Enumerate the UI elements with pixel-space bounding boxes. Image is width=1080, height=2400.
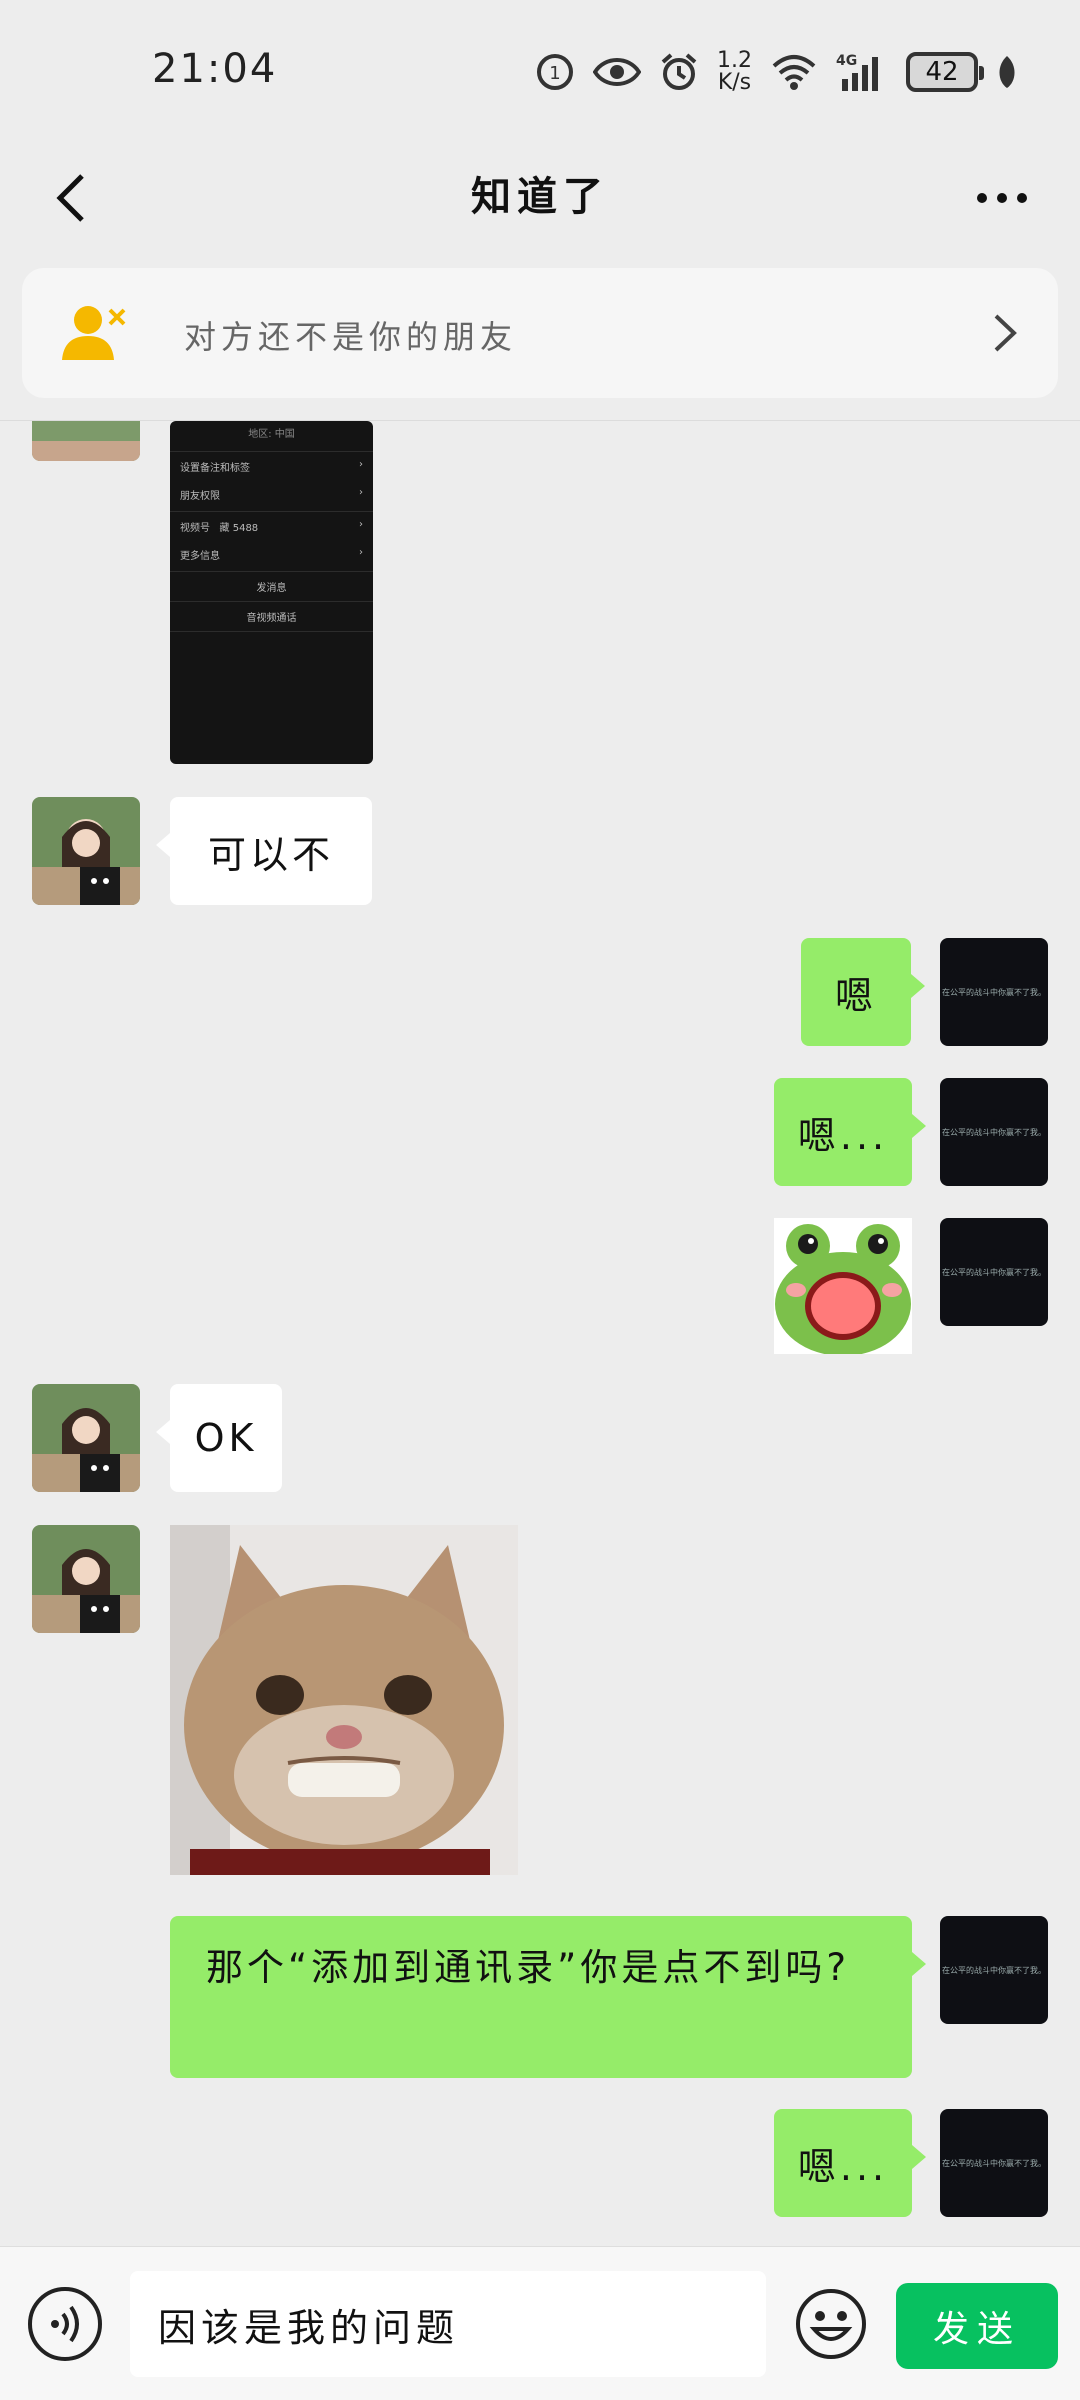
- wifi-icon: [770, 52, 818, 92]
- ss-row-channels: 视频号 藏 5488 ›: [180, 519, 363, 534]
- message-bubble[interactable]: OK: [156, 1384, 282, 1492]
- avatar-caption: 在公平的战斗中你赢不了我。: [942, 987, 1046, 997]
- contact-avatar[interactable]: [32, 797, 140, 905]
- message-text: 可以不: [207, 832, 334, 877]
- alarm-icon: [659, 52, 699, 92]
- speed-value: 1.2: [717, 48, 752, 73]
- svg-text:1: 1: [549, 63, 560, 84]
- ss-send-message: 发消息: [256, 583, 287, 594]
- hd-call-icon: 1: [535, 52, 575, 92]
- status-time: 21:04: [152, 46, 278, 92]
- chevron-right-icon: [994, 314, 1017, 352]
- avatar-caption: 在公平的战斗中你赢不了我。: [942, 1127, 1046, 1137]
- status-icons: 1 1.2 K/s 4G 42: [535, 44, 1018, 100]
- more-button[interactable]: [964, 160, 1040, 236]
- leaf-icon: [996, 54, 1018, 90]
- contact-avatar[interactable]: [32, 1384, 140, 1492]
- send-button[interactable]: 发送: [896, 2283, 1058, 2369]
- avatar-caption: 在公平的战斗中你赢不了我。: [942, 1965, 1046, 1975]
- my-avatar[interactable]: 在公平的战斗中你赢不了我。: [940, 1218, 1048, 1326]
- frog-sticker[interactable]: [774, 1218, 912, 1356]
- message-text: OK: [194, 1416, 258, 1460]
- contact-avatar[interactable]: [32, 421, 140, 461]
- my-avatar[interactable]: 在公平的战斗中你赢不了我。: [940, 938, 1048, 1046]
- avatar-caption: 在公平的战斗中你赢不了我。: [942, 2158, 1046, 2168]
- message-list[interactable]: 地区: 中国 设置备注和标签 › 朋友权限 › 视频号 藏 5488 › 更多信息 › …: [0, 421, 1080, 2246]
- notice-text: 对方还不是你的朋友: [184, 318, 518, 356]
- screenshot-image[interactable]: 地区: 中国 设置备注和标签 › 朋友权限 › 视频号 藏 5488 › 更多信息 › …: [170, 421, 373, 764]
- ss-video-call: 音视频通话: [246, 613, 297, 624]
- message-bubble[interactable]: 可以不: [156, 797, 372, 905]
- emoji-button[interactable]: [794, 2287, 868, 2361]
- message-bubble[interactable]: 嗯: [801, 938, 925, 1046]
- contact-avatar[interactable]: [32, 1525, 140, 1633]
- ss-row-more-info: 更多信息 ›: [180, 547, 363, 562]
- voice-icon: [51, 2305, 79, 2343]
- eye-icon: [593, 54, 641, 90]
- voice-button[interactable]: [28, 2287, 102, 2361]
- message-bubble[interactable]: 嗯...: [774, 2109, 926, 2217]
- ss-row-permission: 朋友权限 ›: [180, 487, 363, 502]
- my-avatar[interactable]: 在公平的战斗中你赢不了我。: [940, 2109, 1048, 2217]
- ss-row-remark: 设置备注和标签 ›: [180, 459, 363, 474]
- avatar-caption: 在公平的战斗中你赢不了我。: [942, 1267, 1046, 1277]
- not-friend-notice[interactable]: 对方还不是你的朋友: [22, 268, 1058, 398]
- my-avatar[interactable]: 在公平的战斗中你赢不了我。: [940, 1916, 1048, 2024]
- message-text: 嗯...: [797, 2144, 889, 2189]
- speed-unit: K/s: [717, 70, 752, 95]
- chat-header: 知道了: [0, 140, 1080, 256]
- my-avatar[interactable]: 在公平的战斗中你赢不了我。: [940, 1078, 1048, 1186]
- more-horizontal-icon: [977, 193, 1027, 203]
- svg-text:4G: 4G: [836, 53, 857, 69]
- status-bar: 21:04 1 1.2 K/s 4G 42: [0, 0, 1080, 140]
- message-text: 嗯...: [797, 1113, 889, 1158]
- battery-indicator: 42: [906, 52, 984, 92]
- message-bubble[interactable]: 那个“添加到通讯录”你是点不到吗?: [170, 1916, 926, 2078]
- message-text: 嗯: [834, 973, 877, 1018]
- smiling-cat-image[interactable]: [170, 1525, 518, 1875]
- user-remove-icon: [62, 306, 126, 360]
- signal-icon: 4G: [836, 51, 888, 93]
- chat-title: 知道了: [471, 174, 609, 220]
- message-text: 那个“添加到通讯录”你是点不到吗?: [206, 1946, 850, 1989]
- emoji-icon: [796, 2289, 866, 2359]
- input-bar: 因该是我的问题 发送: [0, 2246, 1080, 2400]
- ss-region: 地区: 中国: [248, 429, 295, 440]
- message-input[interactable]: 因该是我的问题: [130, 2271, 766, 2377]
- network-speed: 1.2 K/s: [717, 50, 752, 94]
- message-bubble[interactable]: 嗯...: [774, 1078, 926, 1186]
